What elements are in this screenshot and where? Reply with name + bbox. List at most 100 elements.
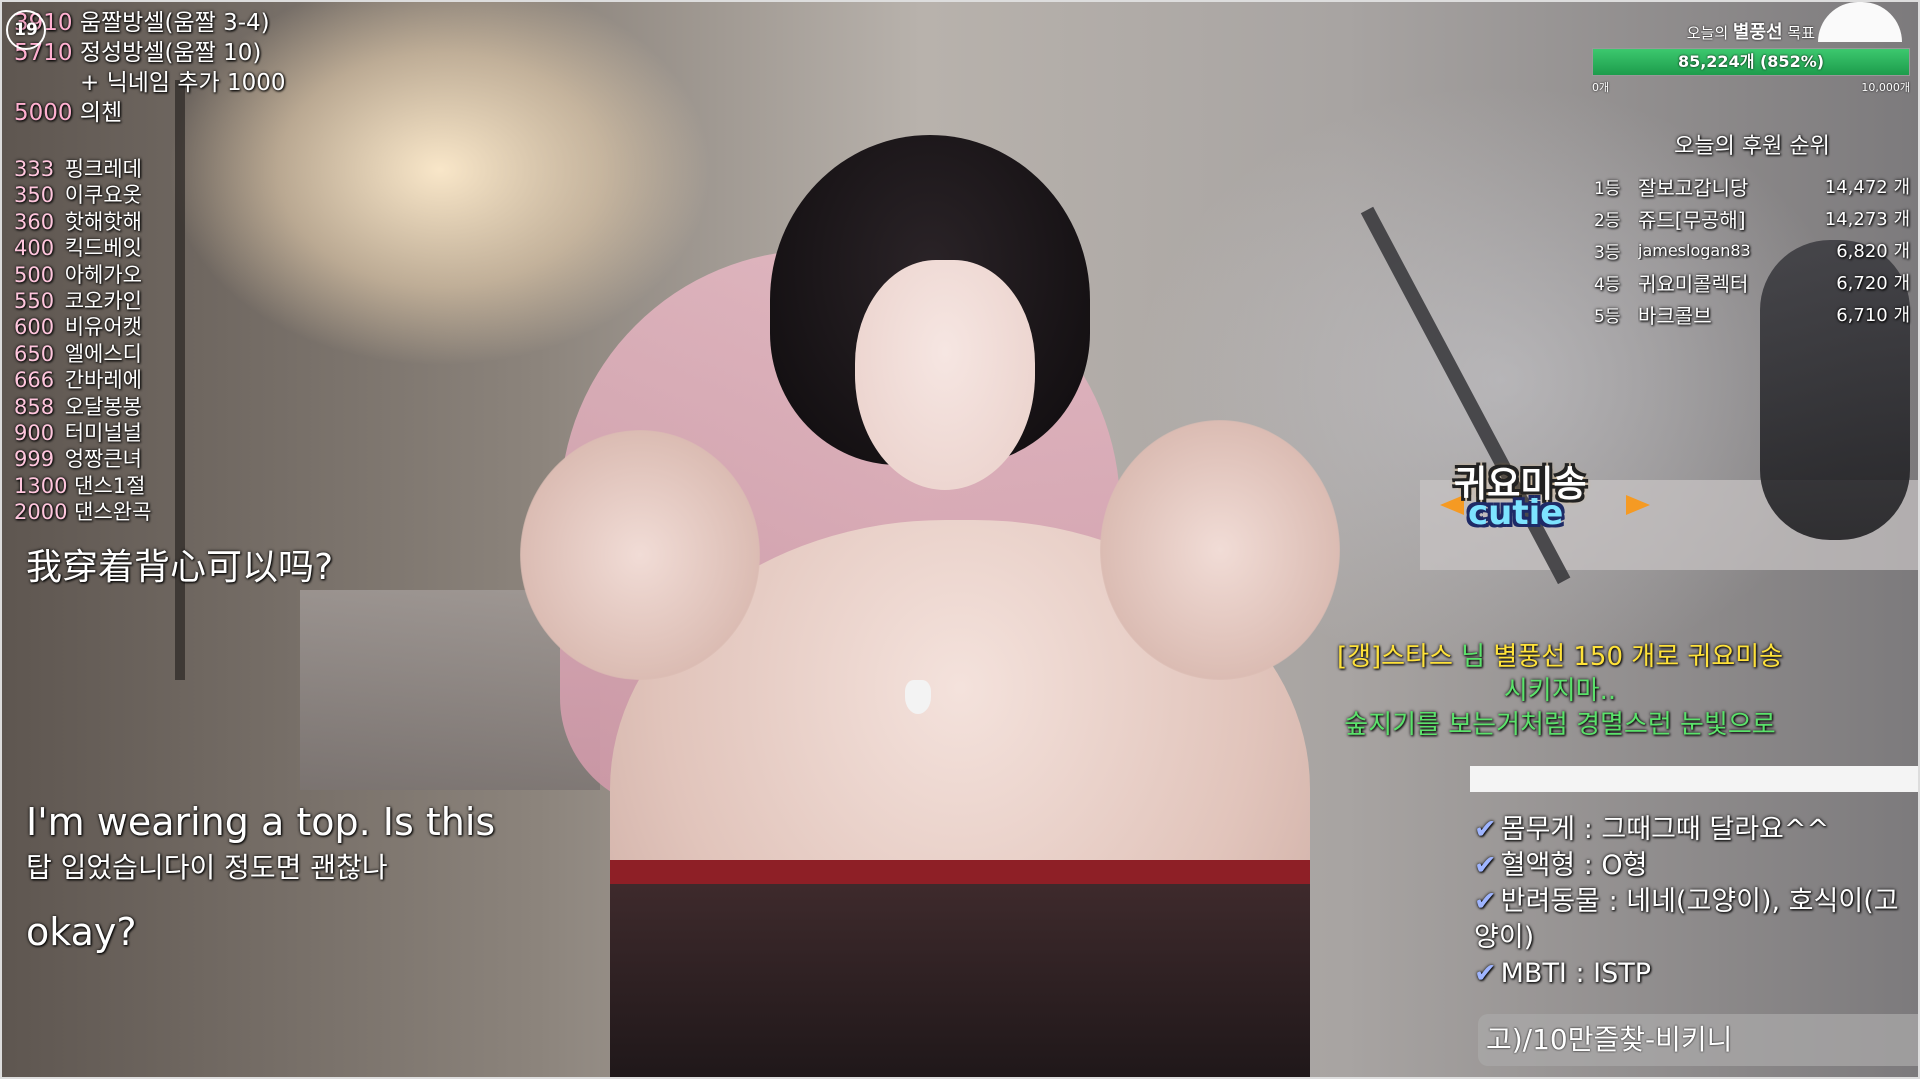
goal-range: 0개 10,000개: [1592, 76, 1910, 96]
dance-menu-row: 999 엉짱큰녀: [14, 446, 151, 472]
checkmark-icon: ✔: [1474, 886, 1497, 917]
ranking-name: 바크콜브: [1638, 303, 1712, 328]
ranking-name: jameslogan83: [1638, 240, 1751, 260]
goal-min-label: 0개: [1592, 81, 1610, 94]
dance-menu-price: 2000: [14, 500, 68, 525]
profile-info-row: ✔ 몸무게 : 그때그때 달라요^^: [1474, 812, 1914, 848]
dance-menu-label: 댄스1절: [74, 473, 146, 498]
goal-title: 오늘의 별풍선 목표: [1686, 22, 1815, 43]
price-menu-top: 3910 움짤방셀(움짤 3-4) 5710 정성방셀(움짤 10) + 닉네임…: [14, 8, 286, 128]
subtitle-korean: 탑 입었습니다이 정도면 괜찮나: [26, 851, 388, 884]
cutie-song-sticker: 귀요미송 cutie: [1440, 455, 1650, 539]
donation-sender: [갱]스타스: [1336, 642, 1453, 672]
balloon-goal-widget: 오늘의 별풍선 목표 85,224개 (852%) 0개 10,000개: [1592, 18, 1910, 96]
dance-menu-price: 350: [14, 183, 55, 208]
dance-menu-row: 650 엘에스디: [14, 341, 151, 367]
ranking-row: 3등 jameslogan83 6,820 개: [1594, 234, 1910, 266]
profile-info-row: ✔ MBTI : ISTP: [1474, 956, 1914, 992]
donation-line2: 시키지마..: [1503, 676, 1617, 706]
dance-menu-label: 오달봉봉: [64, 394, 142, 419]
dance-menu-row: 666 간바레에: [14, 367, 151, 393]
dance-menu-label: 간바레에: [64, 368, 142, 393]
dance-menu-row: 500 아헤가오: [14, 262, 151, 288]
dance-menu-label: 핑크레데: [64, 157, 142, 181]
dance-menu-row: 550 코오카인: [14, 288, 151, 314]
dance-menu-label: 킥드베잇: [64, 236, 142, 261]
lamp-stand: [175, 80, 185, 680]
ranking-position: 5등: [1594, 306, 1621, 327]
dance-menu-row: 858 오달봉봉: [14, 394, 151, 420]
streamer-dress: [610, 860, 1310, 1079]
dance-menu-label: 아헤가오: [64, 262, 142, 287]
dance-menu-label: 터미널널: [64, 421, 142, 446]
ranking-row: 5등 바크콜브 6,710 개: [1594, 298, 1910, 330]
donation-suffix: 님: [1452, 642, 1494, 672]
dance-menu-label: 비유어캣: [64, 315, 142, 340]
dance-menu-row: 333 핑크레데: [14, 156, 151, 182]
dance-menu-price: 360: [14, 209, 55, 234]
donation-ranking: 오늘의 후원 순위 1등 잘보고갑니당 14,472 개 2등 쥬드[무공해] 14,27…: [1594, 128, 1910, 330]
checkmark-icon: ✔: [1474, 850, 1497, 881]
ranking-position: 4등: [1594, 274, 1621, 295]
sticker-subtitle: cutie: [1468, 493, 1564, 533]
checkmark-icon: ✔: [1474, 814, 1497, 845]
clock-strip: [1470, 766, 1920, 792]
streamer-face: [855, 260, 1035, 490]
donation-item: 별풍선 150 개로 귀요미송: [1493, 642, 1784, 672]
dance-menu-price: 1300: [14, 473, 68, 498]
ranking-value: 6,820 개: [1836, 241, 1910, 262]
ranking-value: 6,710 개: [1836, 305, 1910, 326]
ranking-position: 2등: [1594, 210, 1621, 231]
announcement-ticker: 고)/10만즐찾-비키니: [1478, 1014, 1920, 1066]
donation-alert: [갱]스타스 님 별풍선 150 개로 귀요미송 시키지마.. 숲지기를 보는거…: [1320, 640, 1800, 742]
dance-menu-row: 400 킥드베잇: [14, 235, 151, 261]
dance-menu-row: 360 핫해핫해: [14, 209, 151, 235]
dance-menu-price: 500: [14, 262, 55, 287]
ranking-name: 잘보고갑니당: [1638, 175, 1749, 200]
ranking-position: 1등: [1594, 178, 1621, 199]
profile-info-text: 몸무게 : 그때그때 달라요^^: [1500, 814, 1830, 845]
ranking-name: 귀요미콜렉터: [1638, 271, 1749, 296]
dance-menu-row: 1300 댄스1절: [14, 473, 151, 499]
price-menu-row: 5000 의첸: [14, 100, 123, 126]
subtitle-english-line2: okay?: [26, 910, 137, 954]
profile-info-text: MBTI : ISTP: [1500, 958, 1652, 989]
subtitle-english-line1: I'm wearing a top. Is this: [26, 800, 496, 844]
ranking-position: 3등: [1594, 242, 1621, 263]
ranking-name: 쥬드[무공해]: [1638, 207, 1746, 232]
dance-menu-price: 400: [14, 236, 55, 261]
dance-menu-list: 333 핑크레데 350 이쿠요옷 360 핫해핫해 400 킥드베잇 500 아헤가오…: [14, 156, 151, 526]
dance-menu-label: 엉짱큰녀: [64, 447, 142, 472]
streamer-left-hand: [520, 430, 760, 680]
ranking-value: 6,720 개: [1836, 273, 1910, 294]
profile-info-text: 혈액형 : O형: [1500, 850, 1648, 881]
ranking-list: 1등 잘보고갑니당 14,472 개 2등 쥬드[무공해] 14,273 개 3등 james…: [1594, 170, 1910, 330]
dance-menu-price: 333: [14, 157, 55, 181]
price-menu-row: 5710 정성방셀(움짤 10): [14, 40, 262, 66]
dance-menu-row: 2000 댄스완곡: [14, 499, 151, 525]
dance-menu-price: 999: [14, 447, 55, 472]
dance-menu-row: 900 터미널널: [14, 420, 151, 446]
ranking-value: 14,472 개: [1824, 177, 1910, 198]
dance-menu-label: 이쿠요옷: [64, 183, 142, 208]
profile-info-row: ✔ 혈액형 : O형: [1474, 848, 1914, 884]
age-rating-badge: 19: [6, 10, 46, 50]
dance-menu-label: 코오카인: [64, 289, 142, 314]
subtitle-chinese: 我穿着背心可以吗?: [26, 547, 334, 588]
necklace-pendant: [905, 680, 931, 714]
dance-menu-price: 650: [14, 341, 55, 366]
profile-info-row: ✔ 반려동물 : 네네(고양이), 호식이(고양이): [1474, 884, 1914, 956]
checkmark-icon: ✔: [1474, 958, 1497, 989]
stream-video-frame: 3910 움짤방셀(움짤 3-4) 5710 정성방셀(움짤 10) + 닉네임…: [0, 0, 1920, 1079]
goal-max-label: 10,000개: [1861, 81, 1910, 94]
dance-menu-row: 350 이쿠요옷: [14, 182, 151, 208]
profile-info-panel: ✔ 몸무게 : 그때그때 달라요^^ ✔ 혈액형 : O형 ✔ 반려동물 : 네네(고양이…: [1474, 812, 1914, 992]
dance-menu-price: 600: [14, 315, 55, 340]
ranking-row: 2등 쥬드[무공해] 14,273 개: [1594, 202, 1910, 234]
goal-value: 85,224개 (852%): [1677, 52, 1825, 71]
dance-menu-label: 핫해핫해: [64, 209, 142, 234]
ranking-row: 1등 잘보고갑니당 14,472 개: [1594, 170, 1910, 202]
ranking-row: 4등 귀요미콜렉터 6,720 개: [1594, 266, 1910, 298]
dance-menu-price: 858: [14, 394, 55, 419]
dance-menu-label: 댄스완곡: [74, 500, 152, 525]
